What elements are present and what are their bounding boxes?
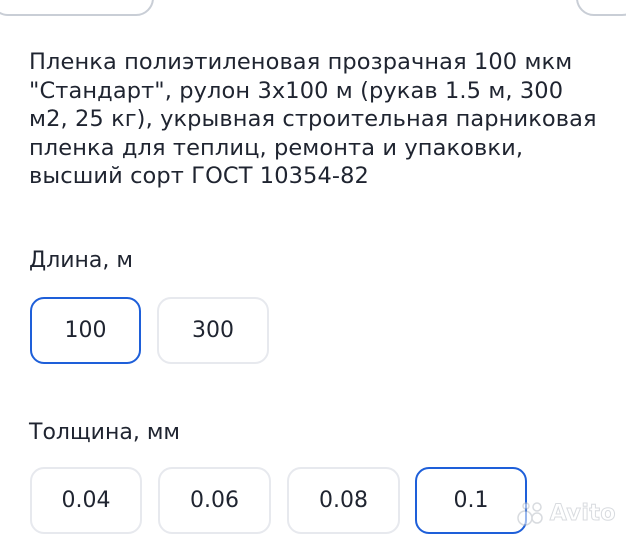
length-option-100[interactable]: 100 <box>30 297 141 364</box>
watermark-text: Avito <box>549 500 616 526</box>
thickness-label: Толщина, мм <box>29 420 181 445</box>
thickness-option-0.04[interactable]: 0.04 <box>30 467 142 534</box>
length-option-300[interactable]: 300 <box>157 297 269 364</box>
avito-logo-icon <box>516 502 543 526</box>
product-title: Пленка полиэтиленовая прозрачная 100 мкм… <box>29 49 597 189</box>
thickness-option-0.08[interactable]: 0.08 <box>287 467 400 534</box>
length-option-value: 100 <box>64 318 107 343</box>
thickness-option-0.1[interactable]: 0.1 <box>415 467 527 534</box>
previous-option-edge-left <box>0 0 154 16</box>
thickness-option-0.06[interactable]: 0.06 <box>158 467 271 534</box>
thickness-option-value: 0.06 <box>190 488 239 513</box>
previous-card-edges <box>0 0 626 16</box>
avito-watermark: Avito <box>516 498 616 528</box>
thickness-option-value: 0.08 <box>319 488 368 513</box>
length-option-value: 300 <box>192 318 234 343</box>
previous-option-edge-right <box>576 0 626 16</box>
length-label: Длина, м <box>29 248 133 273</box>
thickness-option-value: 0.1 <box>453 488 489 513</box>
thickness-option-value: 0.04 <box>61 488 111 513</box>
